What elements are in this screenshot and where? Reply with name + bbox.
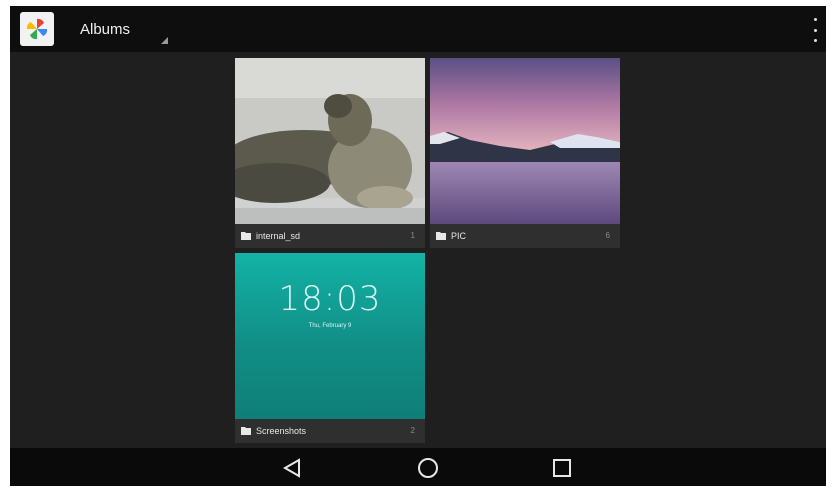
lockscreen-date: Thu, February 9 [308,323,352,329]
album-name: internal_sd [256,231,301,241]
album-tile-screenshots[interactable]: 18:03 Thu, February 9 Screenshots 2 [235,253,425,443]
home-button[interactable] [416,457,440,479]
album-count: 2 [410,426,415,435]
overflow-menu-button[interactable] [808,18,822,42]
menu-dot [813,28,817,32]
sea-lions-photo [235,58,425,224]
album-tile-internal-sd[interactable]: internal_sd 1 [235,58,425,248]
album-tile-pic[interactable]: PIC 6 [430,58,620,248]
album-label-bar: internal_sd 1 [235,224,425,248]
action-bar: Albums [10,6,826,52]
spinner-indicator-icon [161,37,168,44]
back-triangle-icon [282,458,300,478]
photos-pinwheel-icon [26,18,48,40]
lake-sunset-photo [430,58,620,224]
lockscreen-time: 18:03 [278,279,382,319]
menu-dot [813,18,817,21]
album-label-bar: PIC 6 [430,224,620,248]
navigation-bar [10,448,826,486]
photos-app-icon[interactable] [20,12,54,46]
folder-icon [241,232,251,240]
folder-icon [241,427,251,435]
album-count: 6 [605,231,610,240]
gallery-screen: Albums internal_sd 1 PIC 6 18:03 Thu, Fe… [10,6,826,486]
album-label-bar: Screenshots 2 [235,419,425,443]
back-button[interactable] [280,457,304,479]
menu-dot [813,39,817,42]
album-name: PIC [451,231,467,241]
home-circle-icon [418,458,438,478]
lockscreen-screenshot: 18:03 Thu, February 9 [235,253,425,419]
album-count: 1 [410,231,415,240]
recents-square-icon [553,459,571,477]
recents-button[interactable] [550,457,574,479]
folder-icon [436,232,446,240]
album-spinner-title[interactable]: Albums [80,21,130,38]
album-name: Screenshots [256,426,307,436]
